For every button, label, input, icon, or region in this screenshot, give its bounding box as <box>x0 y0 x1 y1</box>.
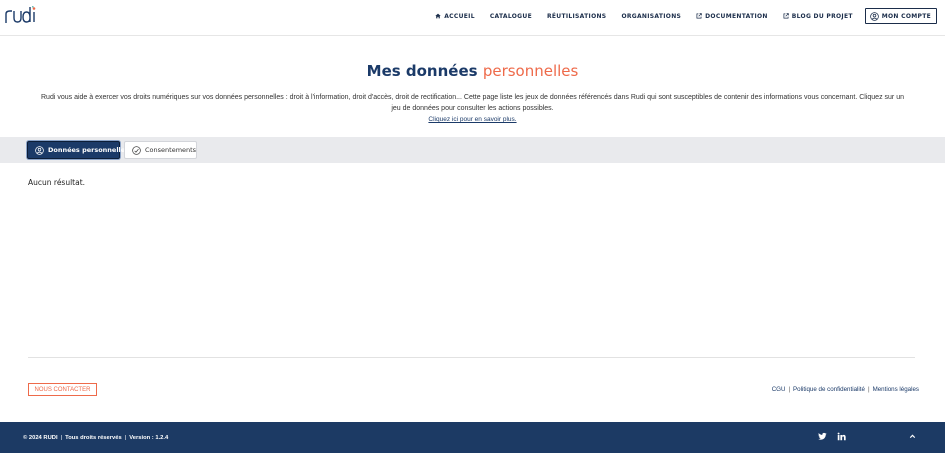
version-label: Version <box>129 435 151 441</box>
nav-label: BLOG DU PROJET <box>791 12 853 20</box>
site-header: ACCUEIL CATALOGUE RÉUTILISATIONS ORGANIS… <box>0 0 945 36</box>
tabs-bar: Données personnelles Consentements <box>0 137 945 163</box>
contact-button[interactable]: NOUS CONTACTER <box>28 383 97 396</box>
footer-copyright: © 2024 RUDI | Tous droits réservés | Version… <box>23 435 168 441</box>
page-description: Rudi vous aide à exercer vos droits numé… <box>41 94 904 112</box>
main-navigation: ACCUEIL CATALOGUE RÉUTILISATIONS ORGANIS… <box>420 8 937 24</box>
user-circle-icon <box>35 145 44 155</box>
site-footer: © 2024 RUDI | Tous droits réservés | Version… <box>0 422 945 453</box>
separator: | <box>788 386 791 393</box>
page-title: Mes données personnelles <box>0 62 945 80</box>
user-settings-icon <box>869 11 879 21</box>
scroll-to-top-icon[interactable] <box>908 432 917 441</box>
legal-notice-link[interactable]: Mentions légales <box>873 386 919 393</box>
nav-item-accueil[interactable]: ACCUEIL <box>435 13 475 20</box>
tab-label: Données personnelles <box>48 146 130 154</box>
nav-label: ACCUEIL <box>444 12 475 20</box>
account-label: MON COMPTE <box>881 12 931 20</box>
privacy-policy-link[interactable]: Politique de confidentialité <box>793 386 865 393</box>
nav-item-catalogue[interactable]: CATALOGUE <box>490 13 532 20</box>
version-value: 1.2.4 <box>155 435 169 441</box>
separator: | <box>867 386 870 393</box>
nav-item-reutilisations[interactable]: RÉUTILISATIONS <box>547 13 606 20</box>
separator: | <box>60 435 63 441</box>
page-title-main: Mes données <box>366 62 478 80</box>
learn-more-link[interactable]: Cliquez ici pour en savoir plus. <box>0 116 945 123</box>
tab-label: Consentements <box>145 146 197 154</box>
nav-label: ORGANISATIONS <box>621 12 682 20</box>
rudi-logo[interactable] <box>4 5 38 25</box>
rights-text: Tous droits réservés <box>65 435 122 441</box>
linkedin-icon[interactable] <box>837 432 846 441</box>
version-separator: : <box>151 435 154 441</box>
tab-donnees-personnelles[interactable]: Données personnelles <box>27 141 129 159</box>
content-divider <box>28 357 915 358</box>
consent-icon <box>132 145 141 155</box>
separator: | <box>124 435 127 441</box>
nav-label: DOCUMENTATION <box>705 12 768 20</box>
copyright-text: © 2024 RUDI <box>23 435 58 441</box>
nav-item-blog[interactable]: BLOG DU PROJET <box>783 13 853 20</box>
nav-label: CATALOGUE <box>489 12 532 20</box>
external-link-icon <box>783 13 789 19</box>
cgu-link[interactable]: CGU <box>772 386 786 393</box>
empty-results-message: Aucun résultat. <box>28 178 86 187</box>
home-icon <box>435 13 441 19</box>
tab-consentements[interactable]: Consentements <box>124 141 197 159</box>
twitter-icon[interactable] <box>818 432 827 441</box>
page-title-accent: personnelles <box>482 62 579 80</box>
external-link-icon <box>696 13 702 19</box>
nav-item-organisations[interactable]: ORGANISATIONS <box>621 13 681 20</box>
legal-links: CGU | Politique de confidentialité | Mention… <box>772 386 919 393</box>
nav-item-documentation[interactable]: DOCUMENTATION <box>696 13 768 20</box>
account-button[interactable]: MON COMPTE <box>864 8 937 24</box>
footer-social <box>808 432 917 441</box>
nav-label: RÉUTILISATIONS <box>546 12 607 20</box>
